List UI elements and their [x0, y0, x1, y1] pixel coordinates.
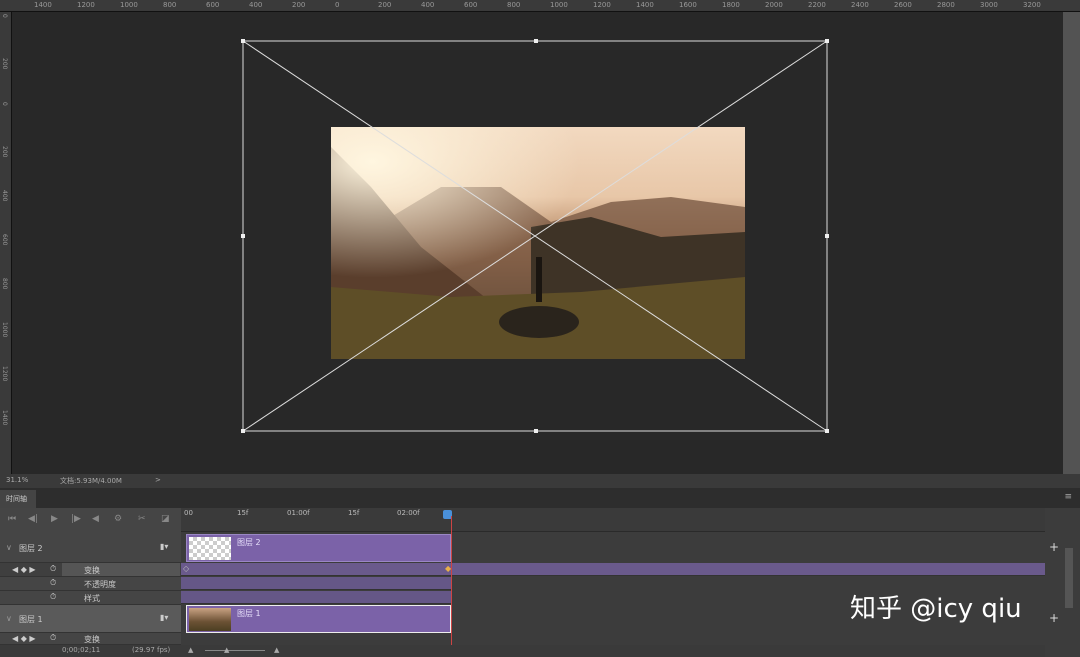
settings-gear-icon[interactable]: ⚙: [114, 514, 122, 524]
add-media-button[interactable]: +: [1049, 540, 1059, 554]
layer-row[interactable]: ∨ 图层 2 ▮▾: [0, 534, 181, 563]
zoom-in-icon[interactable]: ▲: [274, 646, 279, 654]
play-button[interactable]: ▶: [51, 514, 58, 524]
timeline-tracks[interactable]: 00 15f 01:00f 15f 02:00f 图层 2 ◇◆ 图层 1: [181, 508, 1045, 657]
property-label: 变换: [84, 565, 100, 576]
film-icon[interactable]: ▮▾: [160, 613, 168, 622]
stopwatch-icon[interactable]: ⏱: [50, 578, 56, 588]
layer-name: 图层 1: [19, 614, 43, 625]
layer-thumbnail: [189, 608, 231, 631]
audio-button[interactable]: ◀: [92, 514, 99, 524]
add-media-button[interactable]: +: [1049, 611, 1059, 625]
timeline-scrollbar[interactable]: + +: [1045, 508, 1080, 657]
split-scissors-icon[interactable]: ✂: [138, 514, 146, 524]
property-label: 变换: [84, 634, 100, 645]
clip-layer-2[interactable]: 图层 2: [186, 534, 451, 562]
clip-name: 图层 1: [237, 608, 261, 619]
time-label: 01:00f: [287, 509, 310, 517]
zoom-slider-thumb[interactable]: ▲: [224, 646, 229, 654]
playhead-line: [451, 516, 452, 657]
layer-row[interactable]: ∨ 图层 1 ▮▾: [0, 605, 181, 633]
time-ruler[interactable]: 00 15f 01:00f 15f 02:00f: [181, 508, 1045, 532]
watermark: 知乎 @icy qiu: [850, 588, 1022, 625]
stopwatch-icon[interactable]: ⏱: [50, 592, 56, 602]
transition-icon[interactable]: ◪: [161, 514, 170, 524]
previous-frame-button[interactable]: ◀|: [28, 514, 38, 524]
clip-layer-1[interactable]: 图层 1: [186, 605, 451, 633]
property-label: 不透明度: [84, 579, 116, 590]
panel-menu-icon[interactable]: ≡: [1064, 492, 1072, 502]
next-frame-button[interactable]: |▶: [71, 514, 81, 524]
layer-name: 图层 2: [19, 543, 43, 554]
property-row[interactable]: ⏱ 不透明度: [0, 577, 181, 591]
property-row[interactable]: ⏱ 样式: [0, 591, 181, 605]
go-to-first-frame-button[interactable]: ⏮: [8, 514, 16, 524]
keyframe-track[interactable]: [181, 577, 451, 590]
current-timecode[interactable]: 0;00;02;11: [62, 646, 100, 654]
property-label: 样式: [84, 593, 100, 604]
time-label: 00: [184, 509, 193, 517]
document-size: 文档:5.93M/4.00M: [60, 476, 122, 486]
clip-name: 图层 2: [237, 537, 261, 548]
timeline-layer-list: ⏮ ◀| ▶ |▶ ◀ ⚙ ✂ ◪ ∨ 图层 2 ▮▾ ◀ ◆ ▶⏱ 变换 ⏱ …: [0, 508, 181, 657]
zoom-out-icon[interactable]: ▲: [188, 646, 193, 654]
time-label: 15f: [348, 509, 359, 517]
keyframe-track[interactable]: ◇◆: [181, 563, 1045, 576]
tab-timeline[interactable]: 时间轴: [0, 490, 36, 508]
status-menu-arrow[interactable]: >: [155, 476, 161, 484]
zoom-level[interactable]: 31.1%: [6, 476, 28, 484]
keyframe-track[interactable]: [181, 591, 451, 604]
timeline-footer: 0;00;02;11 (29.97 fps) ▲ ▲ ▲: [0, 645, 1045, 657]
stopwatch-icon[interactable]: ⏱: [50, 564, 56, 574]
scroll-thumb[interactable]: [1065, 548, 1073, 608]
layer-thumbnail: [189, 537, 231, 560]
stopwatch-icon[interactable]: ⏱: [50, 633, 56, 643]
zoom-slider[interactable]: [205, 650, 265, 651]
time-label: 02:00f: [397, 509, 420, 517]
property-row[interactable]: ◀ ◆ ▶⏱ 变换: [0, 633, 181, 645]
film-icon[interactable]: ▮▾: [160, 542, 168, 551]
status-bar: 31.1% 文档:5.93M/4.00M >: [0, 474, 1080, 488]
frame-rate: (29.97 fps): [132, 646, 170, 654]
transform-bounding-box[interactable]: [0, 0, 1080, 474]
time-label: 15f: [237, 509, 248, 517]
property-row[interactable]: ◀ ◆ ▶⏱ 变换: [0, 563, 181, 577]
timeline-panel-header: 时间轴 ≡: [0, 488, 1080, 508]
